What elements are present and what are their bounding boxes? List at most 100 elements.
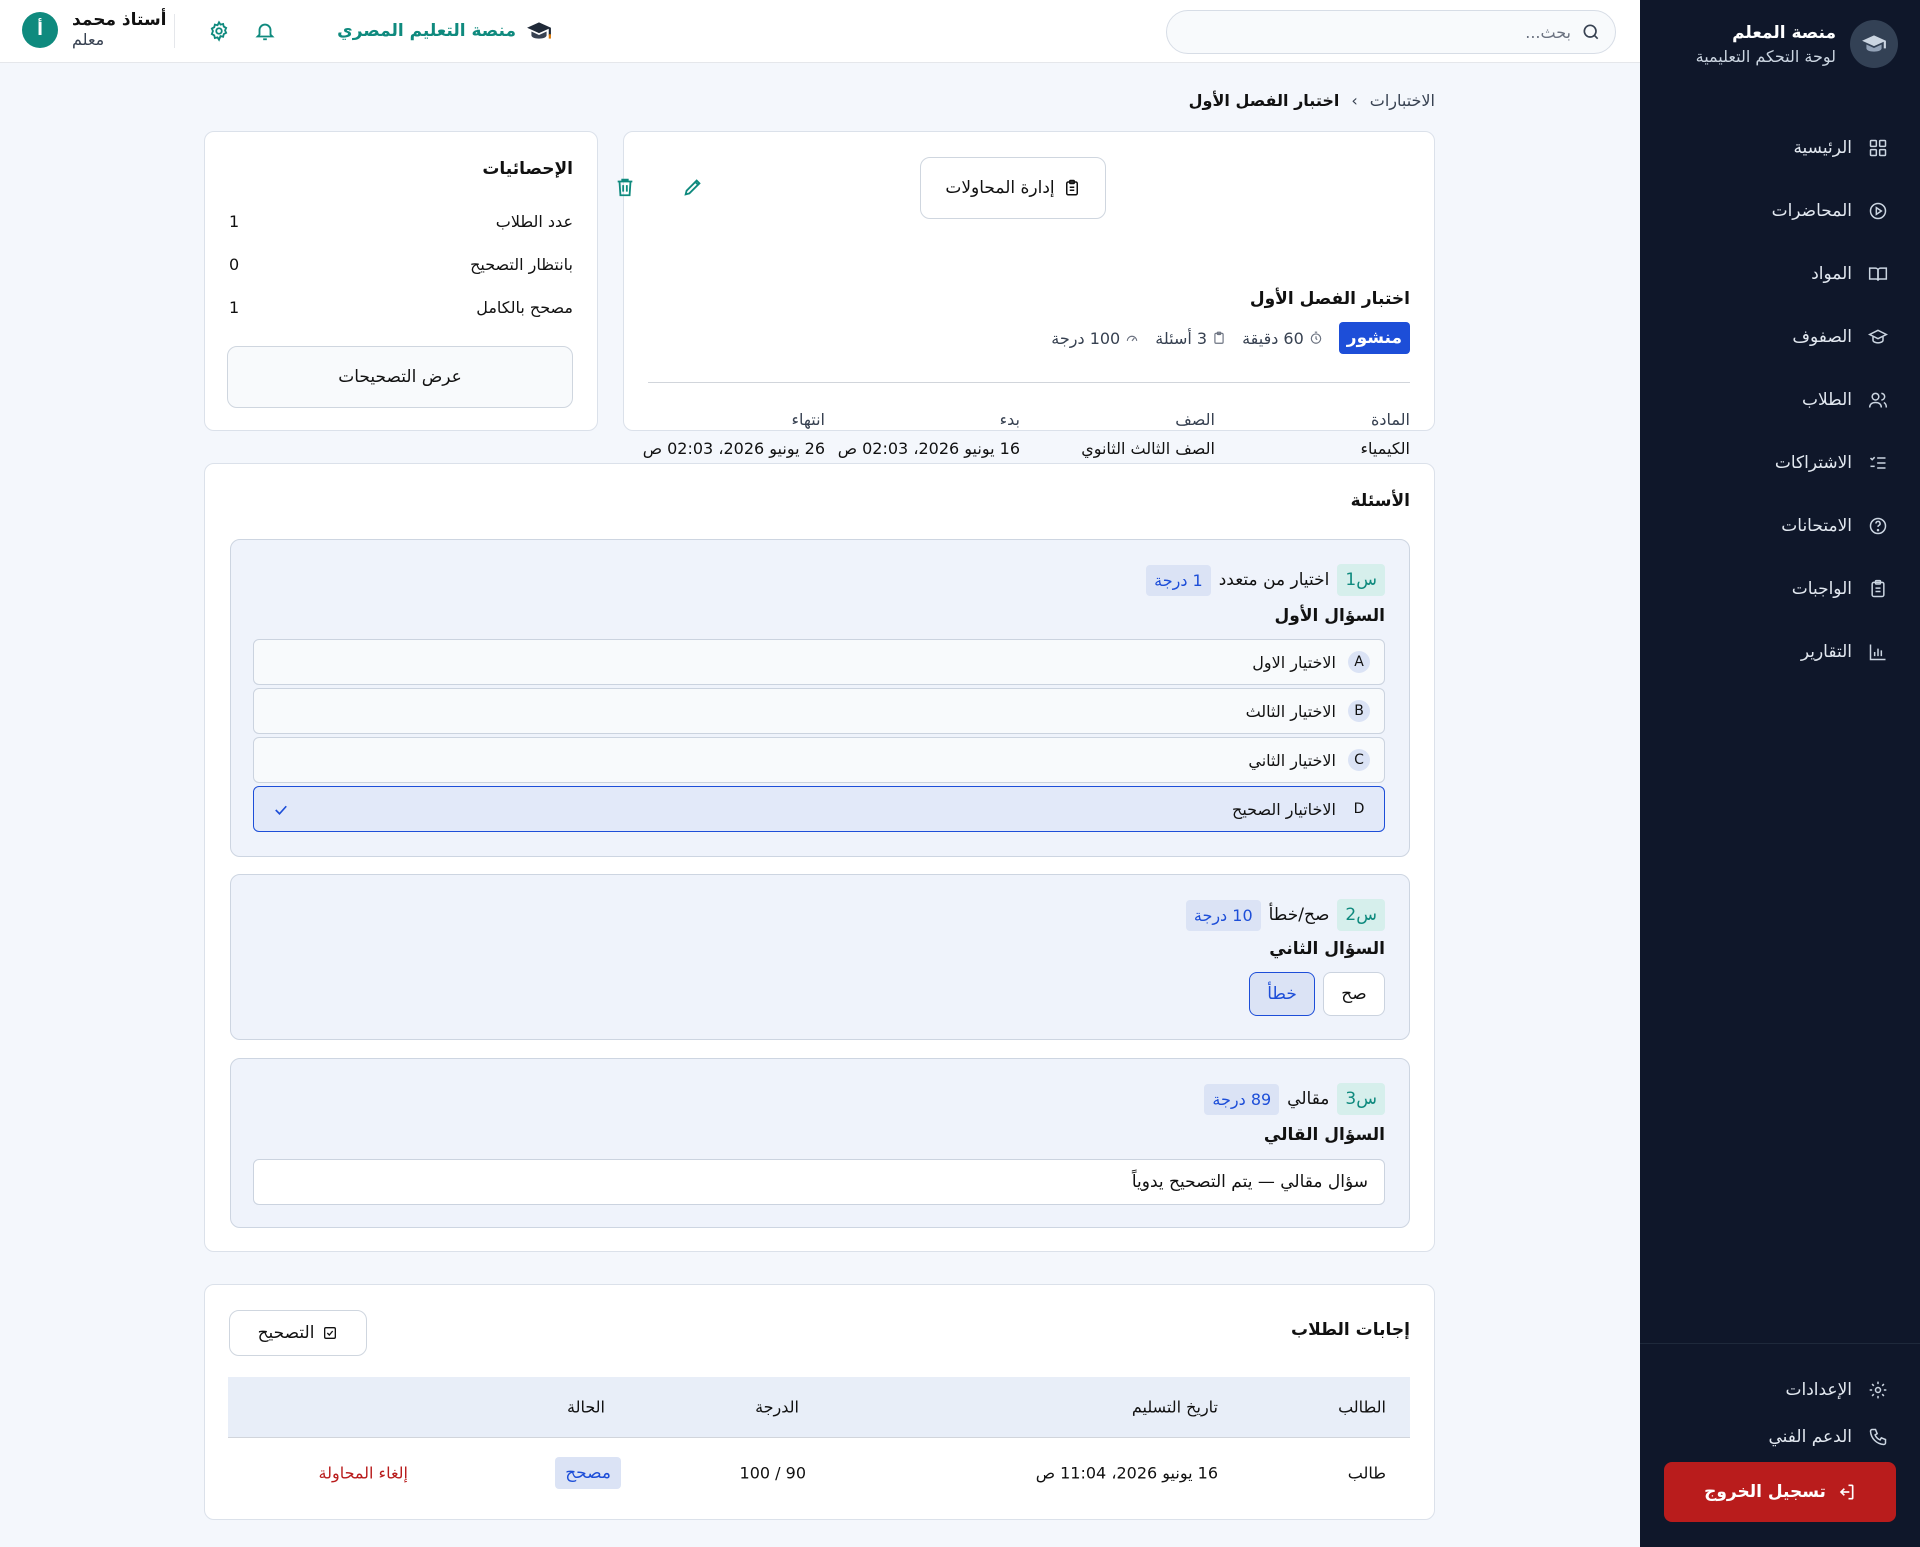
option-letter: D [1353, 801, 1365, 817]
stat-value: 1 [229, 212, 240, 231]
sidebar-item-label: المحاضرات [1771, 200, 1852, 221]
sidebar-item-label: الرئيسية [1793, 137, 1852, 158]
option-letter: C [1348, 749, 1370, 771]
platform-name: منصة التعليم المصري [337, 21, 516, 41]
list-check-icon [1869, 456, 1886, 469]
search-box[interactable] [1166, 10, 1616, 54]
exam-total-score: 100 درجة [1051, 329, 1139, 348]
sidebar-item-home[interactable]: الرئيسية [1640, 116, 1920, 179]
info-label: الصف [1175, 410, 1215, 429]
info-label: انتهاء [791, 410, 826, 429]
sidebar-item-subscriptions[interactable]: الاشتراكات [1640, 431, 1920, 494]
question-type: مقالي [1287, 1089, 1330, 1109]
view-corrections-button[interactable]: عرض التصحيحات [227, 346, 573, 408]
sidebar-item-reports[interactable]: التقارير [1640, 620, 1920, 683]
user-menu[interactable]: أ أستاذ محمد معلم [22, 10, 167, 50]
sidebar-item-lectures[interactable]: المحاضرات [1640, 179, 1920, 242]
clipboard-list-icon [1065, 179, 1078, 196]
sidebar-item-students[interactable]: الطلاب [1640, 368, 1920, 431]
status-badge: منشور [1338, 322, 1410, 354]
table-row: طالب 16 يونيو 2026، 11:04 ص 90 / 100 مصح… [228, 1437, 1410, 1507]
stat-row: مصحح بالكامل 1 [229, 298, 573, 317]
graduation-cap-icon [1850, 20, 1898, 68]
exam-info-end: انتهاء 26 يونيو 2026، 02:03 ص [643, 410, 825, 458]
view-corrections-label: عرض التصحيحات [338, 367, 462, 387]
grade-label: التصحيح [257, 1323, 315, 1343]
sidebar-item-classes[interactable]: الصفوف [1640, 305, 1920, 368]
questions-title: الأسئلة [1350, 491, 1410, 511]
cell-score: 90 / 100 [739, 1463, 806, 1482]
clipboard-icon [1214, 331, 1224, 344]
settings-button[interactable] [208, 20, 230, 42]
question-score: 1 درجة [1146, 564, 1211, 596]
manage-attempts-label: إدارة المحاولات [945, 178, 1055, 198]
option-text: الاختيار الثاني [1248, 750, 1336, 770]
sidebar-item-assignments[interactable]: الواجبات [1640, 557, 1920, 620]
question-header: س1 اختيار من متعدد 1 درجة [1146, 564, 1385, 596]
graduation-cap-icon [527, 22, 551, 39]
option-d-correct: D الاخاتيار الصحيح [253, 786, 1385, 832]
breadcrumb-parent-link[interactable]: الاختبارات [1370, 91, 1435, 110]
header-student: الطالب [1338, 1397, 1386, 1417]
breadcrumb: الاختبارات › اختبار الفصل الأول [1189, 91, 1435, 110]
question-number: س1 [1337, 564, 1385, 596]
avatar: أ [22, 12, 58, 48]
sidebar-item-support[interactable]: الدعم الفني [1640, 1413, 1920, 1460]
breadcrumb-current: اختبار الفصل الأول [1188, 91, 1340, 110]
exam-score-text: 100 درجة [1051, 328, 1121, 348]
bar-chart-icon [1869, 644, 1886, 660]
question-card-1: س1 اختيار من متعدد 1 درجة السؤال الأول A… [230, 539, 1410, 857]
question-text: السؤال الثاني [1269, 939, 1385, 959]
gear-icon [210, 20, 228, 42]
play-circle-icon [1869, 202, 1887, 219]
delete-button[interactable] [612, 176, 636, 200]
option-text: الاختيار الثالث [1245, 701, 1336, 721]
grade-button[interactable]: التصحيح [229, 1310, 367, 1356]
sidebar-footer: الإعدادات الدعم الفني [1640, 1343, 1920, 1460]
sidebar-item-subjects[interactable]: المواد [1640, 242, 1920, 305]
info-value: الكيمياء [1360, 439, 1410, 458]
essay-note: سؤال مقالي — يتم التصحيح يدوياً [253, 1159, 1385, 1205]
header-date: تاريخ التسليم [1131, 1397, 1218, 1417]
platform-brand[interactable]: منصة التعليم المصري [337, 18, 552, 44]
answers-table: الطالب تاريخ التسليم الدرجة الحالة طالب … [228, 1377, 1410, 1507]
true-option[interactable]: صح [1323, 972, 1385, 1016]
notifications-button[interactable] [254, 20, 276, 42]
sidebar-item-label: الواجبات [1791, 578, 1852, 599]
topbar-divider [174, 14, 175, 48]
stat-label: مصحح بالكامل [476, 298, 573, 317]
table-header: الطالب تاريخ التسليم الدرجة الحالة [228, 1377, 1410, 1437]
question-number: س2 [1337, 899, 1385, 931]
book-icon [1868, 266, 1888, 281]
topbar: منصة التعليم المصري أ أستاذ محمد معلم [0, 0, 1640, 63]
question-type: اختيار من متعدد [1218, 570, 1330, 590]
question-score: 89 درجة [1204, 1083, 1280, 1115]
check-icon [275, 805, 287, 815]
info-value: 26 يونيو 2026، 02:03 ص [642, 439, 825, 458]
info-value: الصف الثالث الثانوي [1081, 439, 1215, 458]
manage-attempts-button[interactable]: إدارة المحاولات [920, 157, 1106, 219]
edit-button[interactable] [680, 176, 704, 200]
trash-icon [617, 178, 633, 197]
stat-value: 1 [229, 298, 240, 317]
sidebar-item-settings[interactable]: الإعدادات [1640, 1366, 1920, 1413]
sidebar-item-label: الإعدادات [1785, 1379, 1852, 1400]
questions-card: الأسئلة س1 اختيار من متعدد 1 درجة السؤال… [204, 463, 1435, 1252]
gauge-icon [1126, 335, 1138, 342]
logout-button[interactable]: تسجيل الخروج [1664, 1462, 1896, 1522]
cancel-attempt-link[interactable]: إلغاء المحاولة [319, 1463, 408, 1482]
stat-value: 0 [229, 255, 240, 274]
bell-icon [255, 23, 275, 41]
sidebar-item-exams[interactable]: الامتحانات [1640, 494, 1920, 557]
graduation-cap-icon [1868, 328, 1888, 344]
exam-questions-text: 3 أسئلة [1155, 328, 1208, 348]
search-input[interactable] [1191, 22, 1571, 42]
false-option-selected[interactable]: خطأ [1249, 972, 1315, 1016]
exam-meta: منشور 60 دقيقة 3 أسئلة 100 درجة [1051, 322, 1410, 354]
question-card-2: س2 صح/خطأ 10 درجة السؤال الثاني صح خطأ [230, 874, 1410, 1040]
user-name: أستاذ محمد [72, 10, 167, 30]
answers-card: إجابات الطلاب التصحيح الطالب تاريخ التسل… [204, 1284, 1435, 1520]
sidebar-item-label: الاشتراكات [1774, 452, 1852, 473]
question-text: السؤال الأول [1274, 606, 1385, 626]
sidebar-item-label: الطلاب [1802, 389, 1852, 410]
